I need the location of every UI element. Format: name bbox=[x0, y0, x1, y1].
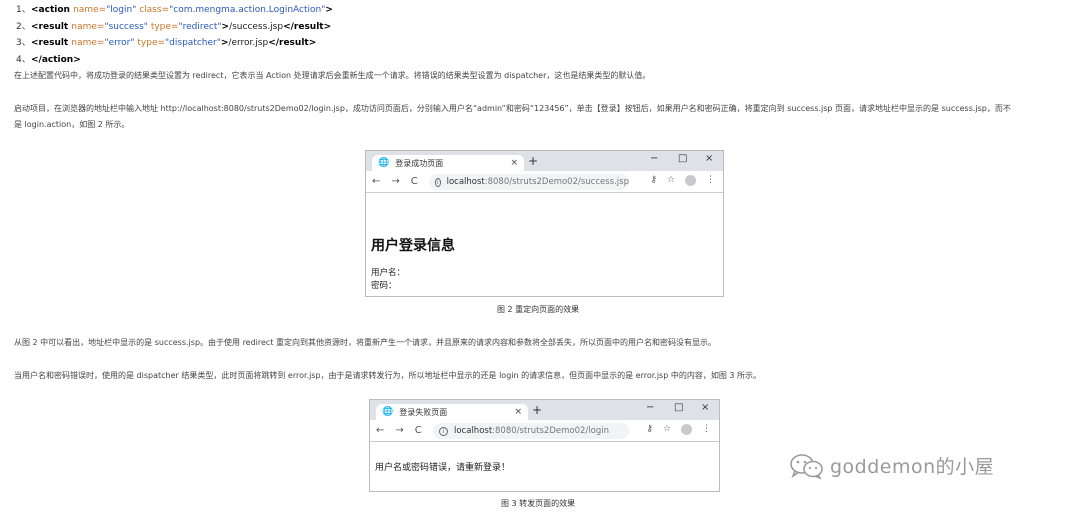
star-icon[interactable]: ☆ bbox=[663, 424, 671, 435]
code-token: > bbox=[325, 5, 333, 15]
close-window-icon[interactable]: × bbox=[705, 153, 713, 164]
code-token: > bbox=[221, 21, 230, 32]
close-window-icon[interactable]: × bbox=[701, 402, 709, 413]
code-line: 3、<result name="error" type="dispatcher"… bbox=[16, 35, 333, 52]
watermark-text: goddemon的小屋 bbox=[830, 456, 995, 478]
code-token: "redirect" bbox=[178, 21, 222, 32]
paragraph-launch-project-line2: 是 login.action，如图 2 所示。 bbox=[14, 120, 130, 129]
new-tab-icon[interactable]: + bbox=[532, 403, 542, 417]
info-icon[interactable]: i bbox=[439, 426, 448, 436]
code-token: class= bbox=[139, 5, 170, 15]
code-token: </result> bbox=[268, 38, 317, 48]
code-token: /error.jsp bbox=[228, 38, 269, 48]
back-icon[interactable]: ← bbox=[372, 176, 380, 187]
forward-icon[interactable]: → bbox=[395, 425, 403, 436]
back-icon[interactable]: ← bbox=[376, 425, 384, 436]
code-line: 1、<action name="login" class="com.mengma… bbox=[16, 2, 333, 19]
code-token: type= bbox=[150, 21, 179, 32]
username-label: 用户名： bbox=[371, 268, 406, 278]
figure-caption-3: 图 3 转发页面的效果 bbox=[501, 499, 576, 508]
maximize-icon[interactable]: □ bbox=[674, 402, 683, 413]
code-token: "login" bbox=[106, 5, 140, 15]
code-token: <result bbox=[31, 38, 72, 48]
browser-tab[interactable]: 🌐 登录失败页面 × bbox=[376, 404, 528, 420]
url-path: :8080/struts2Demo02/login bbox=[492, 426, 609, 436]
wechat-icon bbox=[790, 453, 824, 480]
code-token: name= bbox=[71, 38, 105, 48]
code-line-number: 3、 bbox=[16, 38, 31, 48]
code-token: </action> bbox=[31, 54, 81, 65]
minimize-icon[interactable]: − bbox=[650, 153, 658, 164]
tab-bar: 🌐 登录失败页面 × + − □ × bbox=[370, 400, 719, 420]
browser-tab[interactable]: 🌐 登录成功页面 × bbox=[372, 155, 524, 171]
watermark: goddemon的小屋 bbox=[790, 452, 995, 480]
password-label: 密码： bbox=[371, 281, 397, 291]
tab-title: 登录成功页面 bbox=[395, 158, 444, 168]
code-line-number: 1、 bbox=[16, 5, 31, 15]
url-path: :8080/struts2Demo02/success.jsp bbox=[484, 177, 629, 187]
paragraph-figure2-explanation: 从图 2 中可以看出，地址栏中显示的是 success.jsp。由于使用 red… bbox=[14, 338, 717, 347]
star-icon[interactable]: ☆ bbox=[667, 175, 675, 186]
info-icon[interactable]: i bbox=[435, 177, 441, 187]
code-token: </result> bbox=[283, 21, 332, 32]
code-token: <action bbox=[31, 5, 74, 15]
menu-icon[interactable]: ⋮ bbox=[706, 175, 715, 186]
code-token: name= bbox=[71, 21, 105, 32]
url-host: localhost bbox=[446, 177, 485, 187]
menu-icon[interactable]: ⋮ bbox=[702, 424, 711, 435]
paragraph-result-types: 在上述配置代码中，将成功登录的结果类型设置为 redirect，它表示当 Act… bbox=[14, 71, 651, 80]
url-host: localhost bbox=[454, 426, 493, 436]
reload-icon[interactable]: C bbox=[411, 176, 418, 187]
close-tab-icon[interactable]: × bbox=[510, 158, 518, 168]
code-token: type= bbox=[137, 38, 166, 48]
code-block: 1、<action name="login" class="com.mengma… bbox=[16, 2, 333, 68]
minimize-icon[interactable]: − bbox=[646, 402, 654, 413]
address-bar[interactable]: i localhost:8080/struts2Demo02/login bbox=[433, 423, 629, 439]
key-icon[interactable]: ⚷ bbox=[650, 175, 657, 186]
code-token: /success.jsp bbox=[229, 21, 284, 32]
figure-caption-2: 图 2 重定向页面的效果 bbox=[497, 305, 580, 314]
code-line: 4、</action> bbox=[16, 52, 333, 69]
paragraph-dispatcher-explanation: 当用户名和密码错误时，使用的是 dispatcher 结果类型，此时页面将跳转到… bbox=[14, 371, 762, 380]
browser-window-success: 🌐 登录成功页面 × + − □ × ← → C i localhost:808… bbox=[365, 150, 724, 297]
browser-window-error: 🌐 登录失败页面 × + − □ × ← → C i localhost:808… bbox=[369, 399, 720, 492]
paragraph-launch-project-line1: 启动项目，在浏览器的地址栏中输入地址 http://localhost:8080… bbox=[14, 104, 1011, 113]
code-token: "dispatcher" bbox=[165, 38, 221, 48]
tab-bar: 🌐 登录成功页面 × + − □ × bbox=[366, 151, 723, 171]
address-bar[interactable]: i localhost:8080/struts2Demo02/success.j… bbox=[429, 174, 629, 190]
tab-title: 登录失败页面 bbox=[399, 407, 448, 417]
toolbar: ← → C i localhost:8080/struts2Demo02/log… bbox=[370, 420, 719, 442]
reload-icon[interactable]: C bbox=[415, 425, 422, 436]
code-token: "com.mengma.action.LoginAction" bbox=[169, 5, 326, 15]
code-token: "success" bbox=[104, 21, 151, 32]
close-tab-icon[interactable]: × bbox=[514, 407, 522, 417]
profile-icon[interactable] bbox=[681, 424, 692, 435]
error-message: 用户名或密码错误，请重新登录！ bbox=[375, 463, 511, 473]
code-line-number: 4、 bbox=[16, 54, 31, 65]
code-token: "error" bbox=[104, 38, 138, 48]
forward-icon[interactable]: → bbox=[391, 176, 399, 187]
code-line: 2、<result name="success" type="redirect"… bbox=[16, 19, 333, 36]
maximize-icon[interactable]: □ bbox=[678, 153, 687, 164]
globe-icon: 🌐 bbox=[378, 158, 390, 168]
code-token: <result bbox=[31, 21, 72, 32]
page-heading: 用户登录信息 bbox=[371, 238, 455, 254]
globe-icon: 🌐 bbox=[382, 407, 394, 417]
key-icon[interactable]: ⚷ bbox=[646, 424, 653, 435]
code-line-number: 2、 bbox=[16, 21, 31, 32]
new-tab-icon[interactable]: + bbox=[528, 154, 538, 168]
toolbar: ← → C i localhost:8080/struts2Demo02/suc… bbox=[366, 171, 723, 193]
code-token: name= bbox=[73, 5, 107, 15]
profile-icon[interactable] bbox=[685, 175, 696, 186]
